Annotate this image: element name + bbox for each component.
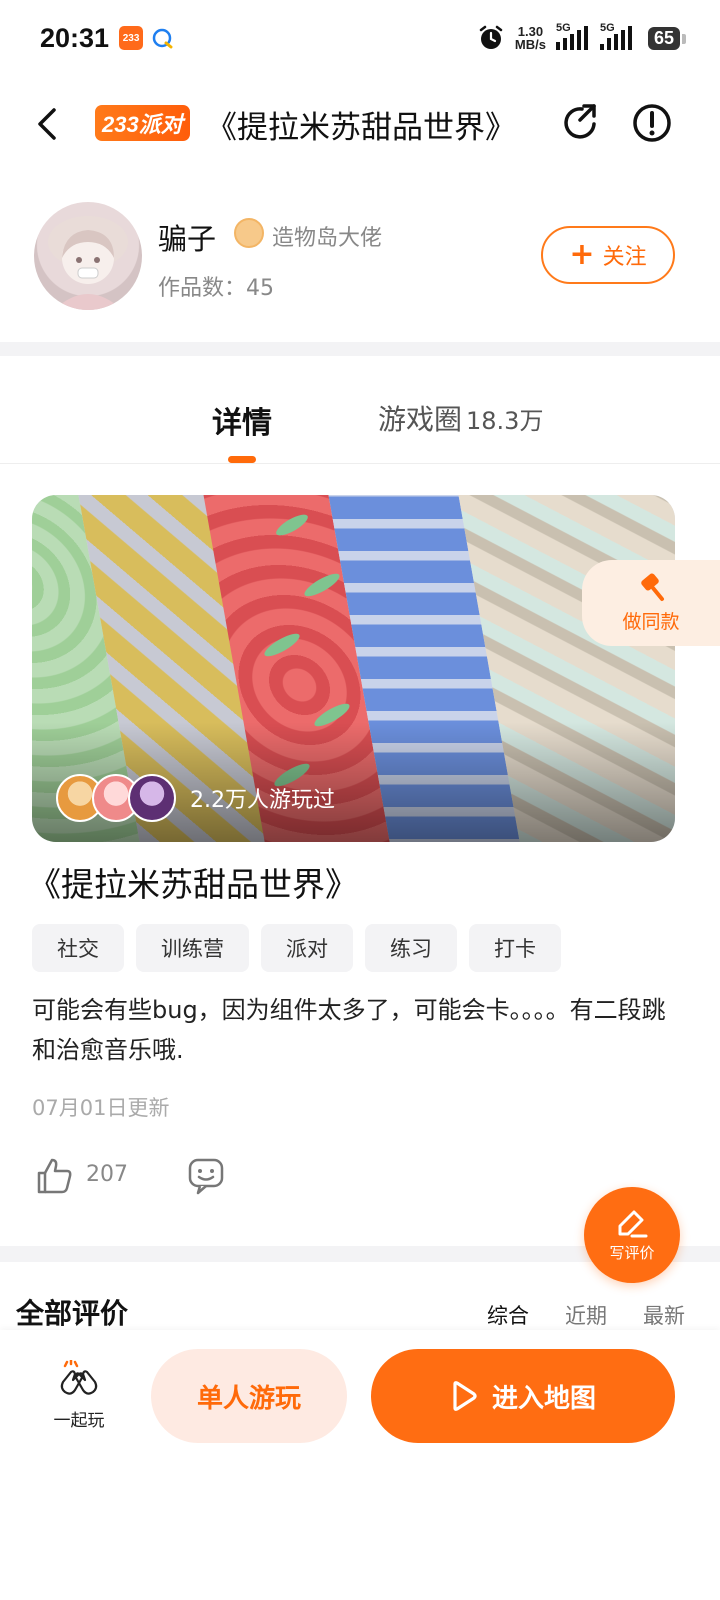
section-divider [0,342,720,356]
signal-label: 5G [555,22,571,34]
back-arrow-icon[interactable] [28,102,68,146]
status-bar: 20:31 233 1.30 MB/s 5G 5G 65 [0,0,720,76]
enter-map-label: 进入地图 [491,1383,596,1414]
battery-indicator: 65 [647,26,687,50]
play-together-label: 一起玩 [53,1411,105,1431]
tab-indicator [228,456,256,463]
signal-icon: 5G [599,22,638,50]
make-same-label: 做同款 [622,610,680,633]
like-count: 207 [86,1162,128,1187]
author-avatar[interactable] [34,202,142,310]
screen: 20:31 233 1.30 MB/s 5G 5G 65 233派对 《提拉米苏… [0,0,720,1600]
signal-icon: 5G [555,22,590,50]
thumbs-up-icon[interactable] [34,1156,74,1196]
game-title: 《提拉米苏甜品世界》 [28,865,358,904]
tag-list: 社交 训练营 派对 练习 打卡 [32,924,561,972]
tag-chip[interactable]: 打卡 [469,924,561,972]
share-icon[interactable] [560,102,602,144]
sort-option-newest[interactable]: 最新 [643,1300,685,1330]
sort-option-recent[interactable]: 近期 [565,1300,607,1330]
tab-detail[interactable]: 详情 [212,398,272,442]
game-description: 可能会有些bug，因为组件太多了，可能会卡。。。。有二段跳和治愈音乐哦. [32,996,666,1064]
hammer-icon [641,572,664,601]
header-bar: 233派对 《提拉米苏甜品世界》 [0,82,720,166]
tab-bar: 详情 游戏圈 18.3万 [0,360,720,464]
net-speed-unit: MB/s [514,37,546,52]
cloud-sync-icon [152,28,173,49]
played-count: 2.2万人游玩过 [190,788,335,813]
write-review-label: 写评价 [609,1243,655,1262]
tag-chip[interactable]: 练习 [365,924,457,972]
play-together-button[interactable]: 一起玩 [44,1360,114,1431]
plus-icon: + [569,237,595,272]
game-cover-image[interactable]: 2.2万人游玩过 [32,495,675,842]
net-speed: 1.30 MB/s [515,25,546,51]
works-count: 作品数：45 [158,276,274,301]
author-card: 骗子 造物岛大佬 作品数：45 + 关注 [0,196,720,336]
solo-play-button[interactable]: 单人游玩 [151,1349,347,1443]
hands-clap-icon [60,1360,98,1395]
tag-chip[interactable]: 训练营 [136,924,249,972]
comment-icon[interactable] [186,1156,226,1196]
enter-map-button[interactable]: 进入地图 [371,1349,675,1443]
status-time: 20:31 [40,22,110,53]
player-avatar [128,774,176,822]
reviews-title: 全部评价 [16,1297,129,1330]
rank-badge-icon [234,218,264,248]
alarm-icon [479,25,503,49]
solo-play-label: 单人游玩 [196,1383,301,1414]
tag-chip[interactable]: 社交 [32,924,124,972]
pencil-icon [618,1210,648,1237]
status-right: 1.30 MB/s 5G 5G 65 [477,22,687,52]
players-summary: 2.2万人游玩过 [56,774,335,822]
follow-label: 关注 [602,245,647,270]
report-icon[interactable] [631,102,673,144]
make-same-button[interactable]: 做同款 [582,560,720,646]
update-date: 07月01日更新 [32,1096,170,1120]
brand-badge: 233派对 [95,105,190,141]
write-review-button[interactable]: 写评价 [584,1187,680,1283]
tab-game-circle[interactable]: 游戏圈 18.3万 [378,398,543,438]
tab-game-circle-count: 18.3万 [466,407,544,435]
avatar-illustration [48,216,128,310]
tag-chip[interactable]: 派对 [261,924,353,972]
signal-label: 5G [599,22,615,34]
play-icon [453,1381,477,1411]
follow-button[interactable]: + 关注 [541,226,675,284]
page-title: 《提拉米苏甜品世界》 [206,110,516,146]
bottom-action-bar: 一起玩 单人游玩 进入地图 [0,1330,720,1600]
author-rank: 造物岛大佬 [272,226,383,251]
author-name[interactable]: 骗子 [158,216,216,258]
app-notification-icon: 233 [119,26,144,50]
sort-option-overall[interactable]: 综合 [487,1300,529,1330]
tab-game-circle-label: 游戏圈 [378,403,463,436]
